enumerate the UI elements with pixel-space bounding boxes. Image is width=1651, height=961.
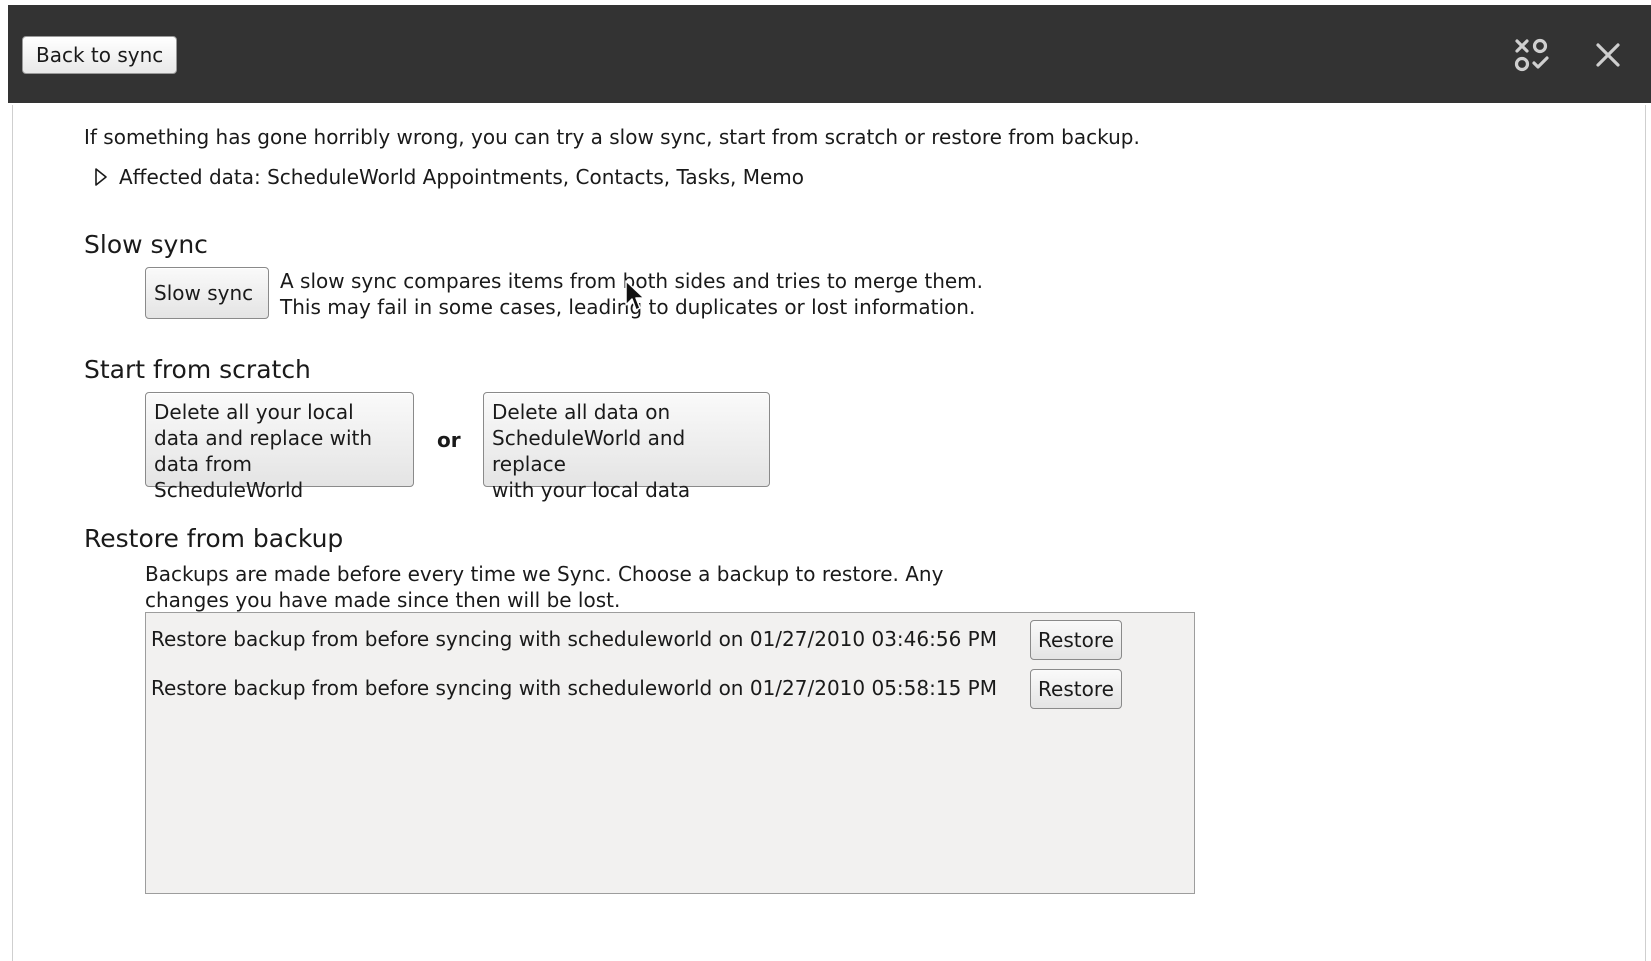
start-from-scratch-heading: Start from scratch: [84, 355, 311, 384]
replace-remote-data-button[interactable]: Delete all data on ScheduleWorld and rep…: [483, 392, 770, 502]
backup-label: Restore backup from before syncing with …: [151, 676, 997, 700]
back-to-sync-button[interactable]: Back to sync: [22, 36, 178, 74]
backup-row: Restore backup from before syncing with …: [146, 666, 1194, 710]
intro-text: If something has gone horribly wrong, yo…: [84, 125, 1140, 149]
restore-button[interactable]: Restore: [1030, 669, 1122, 709]
sync-emergency-window: Back to sync If something has gone horri…: [8, 5, 1651, 961]
slow-sync-description: A slow sync compares items from both sid…: [280, 269, 984, 319]
affected-data-row[interactable]: Affected data: ScheduleWorld Appointment…: [91, 164, 804, 190]
slow-sync-heading: Slow sync: [84, 230, 208, 259]
slow-sync-button[interactable]: Slow sync: [145, 267, 269, 319]
backup-list[interactable]: Restore backup from before syncing with …: [145, 612, 1195, 894]
affected-data-label: Affected data: ScheduleWorld Appointment…: [119, 165, 805, 189]
sort-toggle-icon[interactable]: [1508, 31, 1556, 79]
restore-button[interactable]: Restore: [1030, 620, 1122, 660]
content-panel: If something has gone horribly wrong, yo…: [12, 105, 1646, 961]
close-icon[interactable]: [1584, 31, 1632, 79]
or-label: or: [437, 428, 461, 452]
backup-label: Restore backup from before syncing with …: [151, 627, 997, 651]
triangle-right-icon[interactable]: [91, 166, 111, 188]
restore-from-backup-heading: Restore from backup: [84, 524, 344, 553]
titlebar: Back to sync: [8, 5, 1651, 103]
restore-description: Backups are made before every time we Sy…: [145, 562, 944, 612]
backup-row: Restore backup from before syncing with …: [146, 617, 1194, 661]
replace-local-data-button[interactable]: Delete all your local data and replace w…: [145, 392, 414, 502]
